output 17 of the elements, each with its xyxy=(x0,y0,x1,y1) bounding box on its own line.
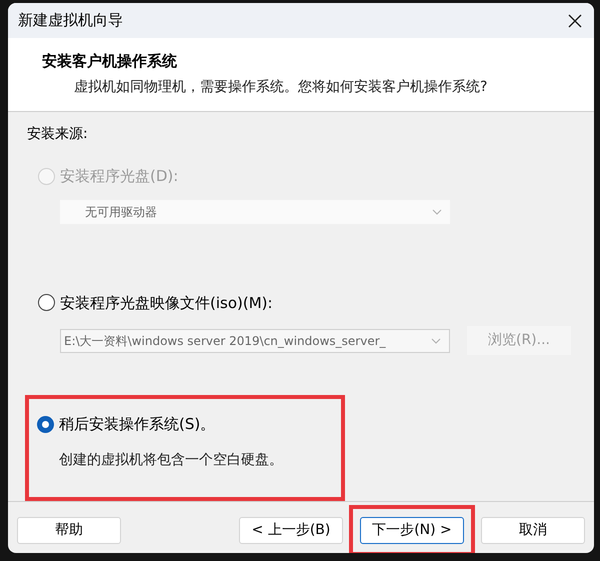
dialog-button[interactable]: < 上一步(B) xyxy=(239,516,343,544)
header-title: 安装客户机操作系统 xyxy=(42,51,178,72)
option-label: 安装程序光盘映像文件(iso)(M): xyxy=(60,292,273,314)
dialog-button[interactable]: 取消 xyxy=(481,516,585,544)
dialog-button[interactable]: 下一步(N) > xyxy=(360,516,464,544)
dialog-button[interactable]: 帮助 xyxy=(17,516,121,544)
option-label: 稍后安装操作系统(S)。 xyxy=(59,414,216,435)
window-title: 新建虚拟机向导 xyxy=(18,10,123,32)
radio-button[interactable] xyxy=(38,294,55,312)
chevron-icon xyxy=(432,208,442,214)
header-subtitle: 虚拟机如同物理机，需要操作系统。您将如何安装客户机操作系统? xyxy=(73,78,488,96)
close-icon[interactable] xyxy=(568,14,582,28)
source-label: 安装来源: xyxy=(27,125,89,144)
option-description: 创建的虚拟机将包含一个空白硬盘。 xyxy=(58,450,284,470)
chevron-icon xyxy=(431,338,441,344)
radio-button[interactable] xyxy=(37,416,54,433)
option-label: 安装程序光盘(D): xyxy=(60,166,178,187)
